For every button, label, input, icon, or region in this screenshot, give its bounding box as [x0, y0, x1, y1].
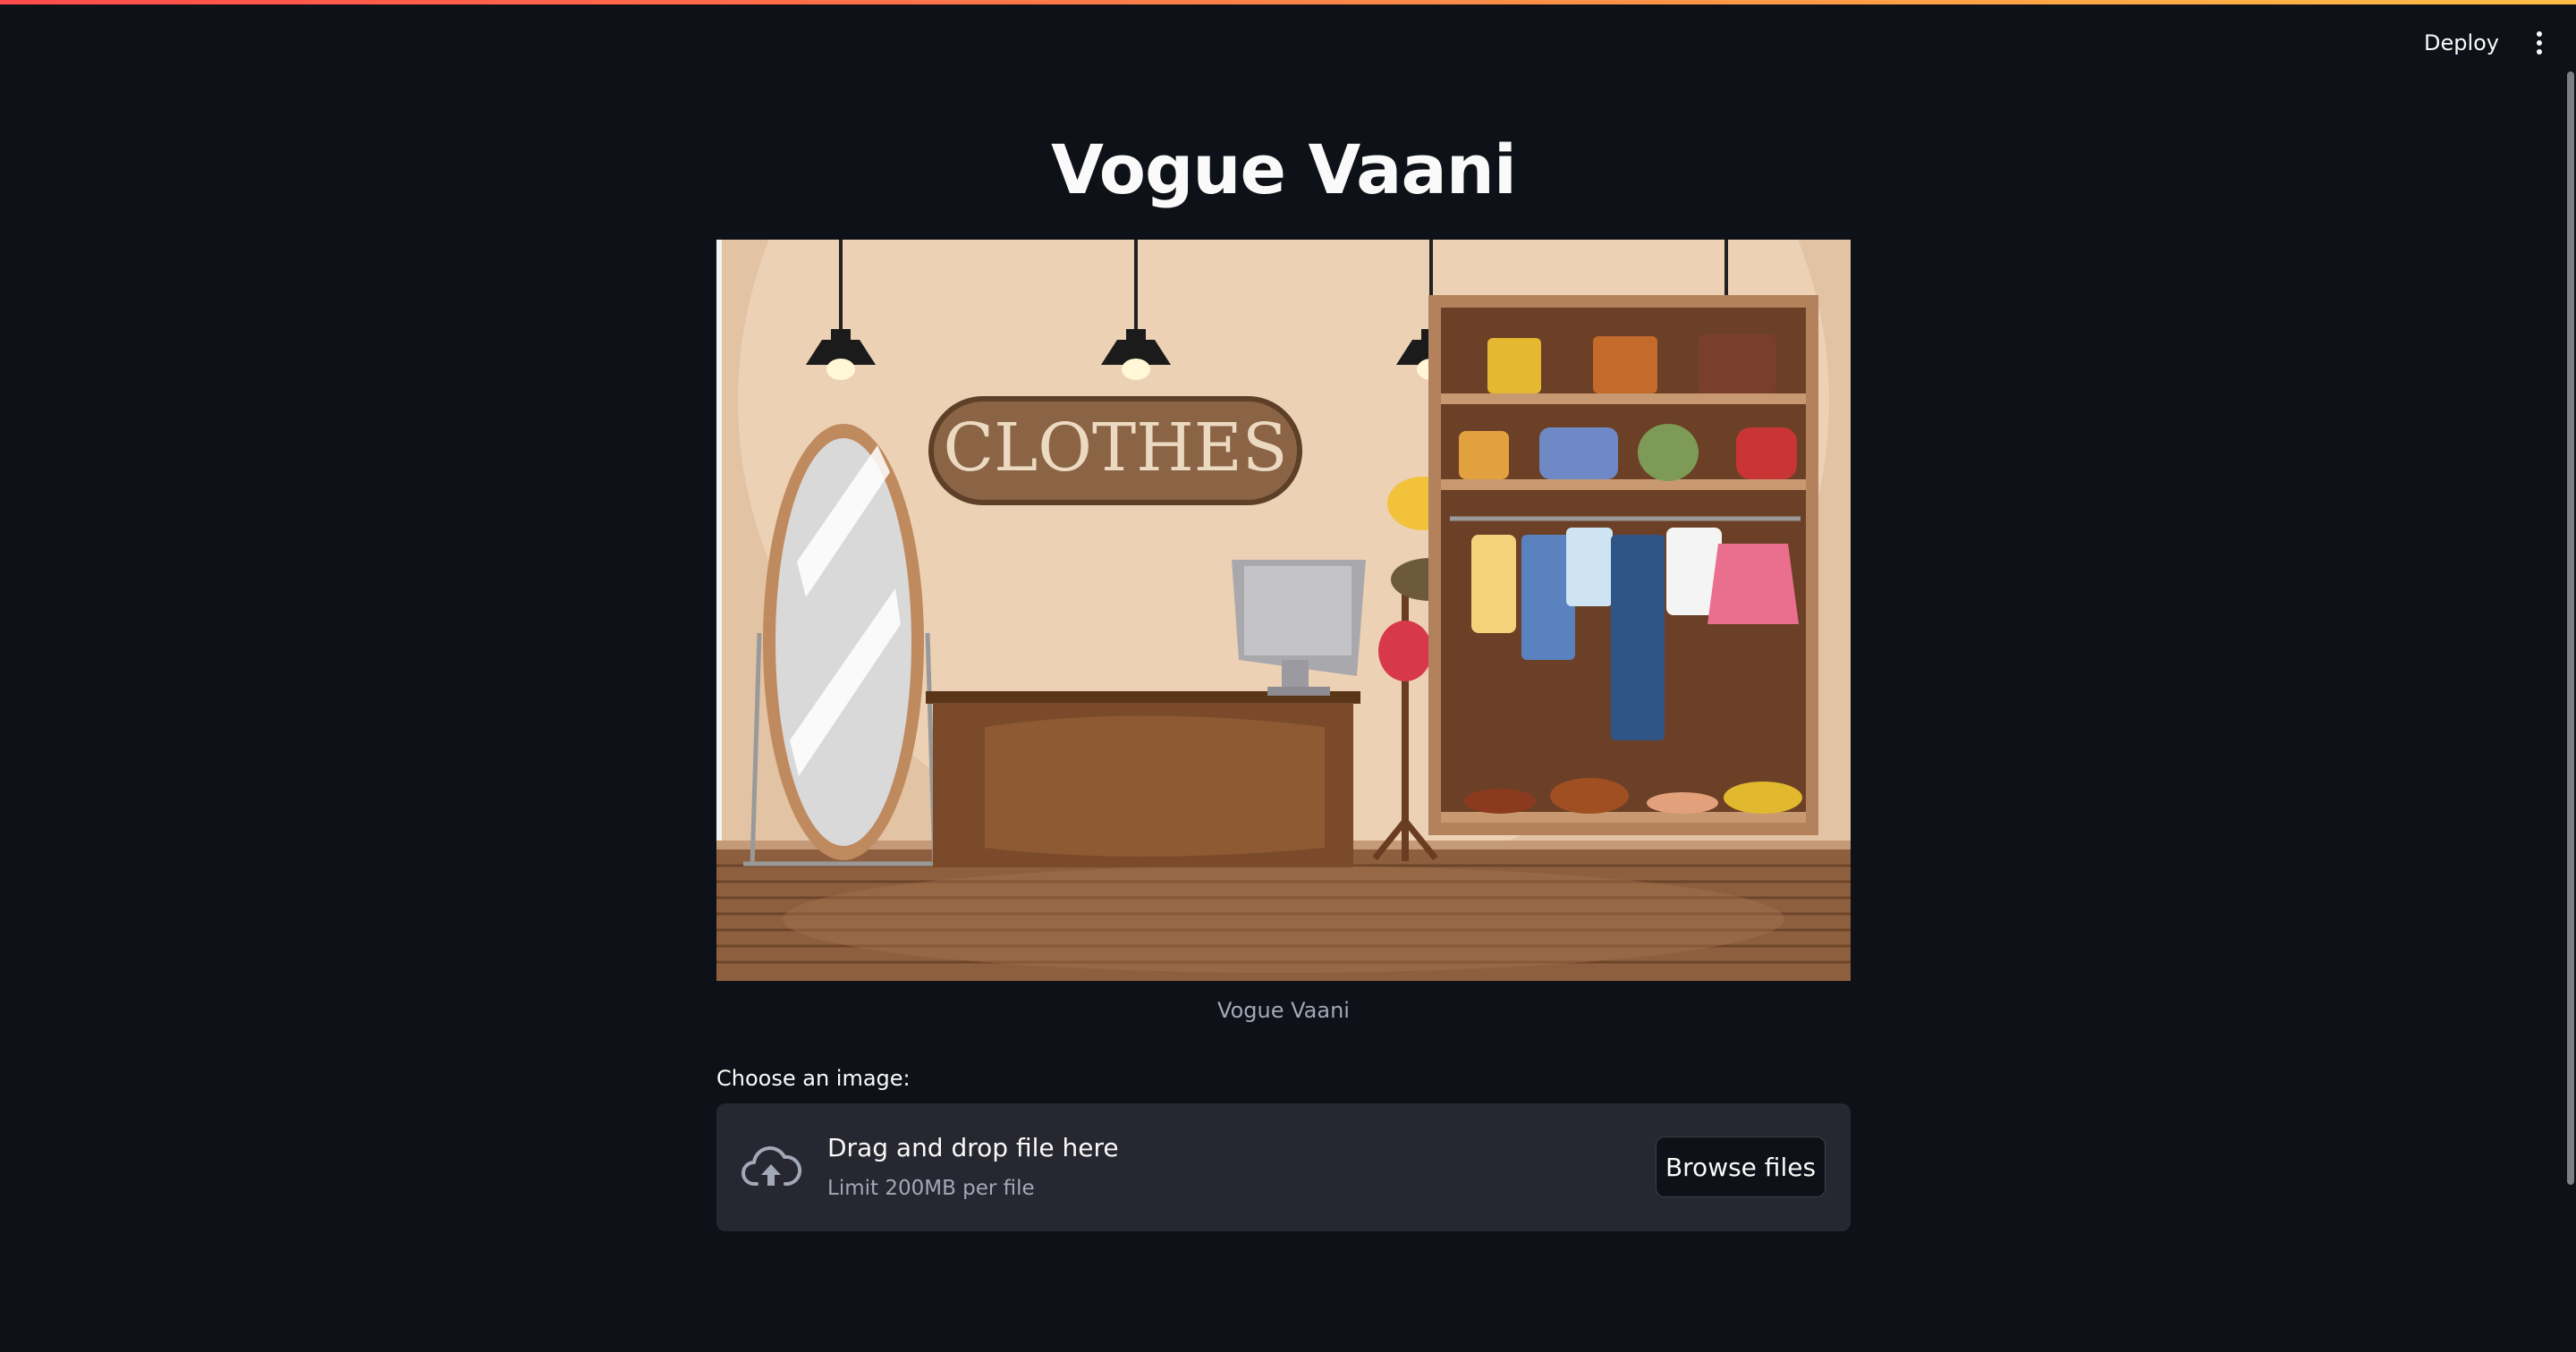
page-title: Vogue Vaani: [1051, 130, 1517, 209]
app-header: Deploy: [0, 4, 2576, 76]
file-uploader-label: Choose an image:: [716, 1066, 911, 1091]
file-dropzone[interactable]: Drag and drop file here Limit 200MB per …: [716, 1103, 1851, 1231]
clothes-sign-text: CLOTHES: [943, 410, 1287, 486]
main-menu-button[interactable]: [2521, 22, 2558, 63]
deploy-button[interactable]: Deploy: [2415, 24, 2508, 62]
browse-files-button[interactable]: Browse files: [1656, 1137, 1826, 1197]
scrollbar[interactable]: [2567, 72, 2574, 1185]
dropzone-limit-text: Limit 200MB per file: [827, 1177, 1035, 1200]
dropzone-instructions: Drag and drop file here: [827, 1133, 1119, 1162]
clothing-store-image: CLOTHES: [716, 240, 1851, 981]
cloud-upload-icon: [740, 1137, 802, 1200]
image-caption: Vogue Vaani: [1217, 998, 1350, 1023]
